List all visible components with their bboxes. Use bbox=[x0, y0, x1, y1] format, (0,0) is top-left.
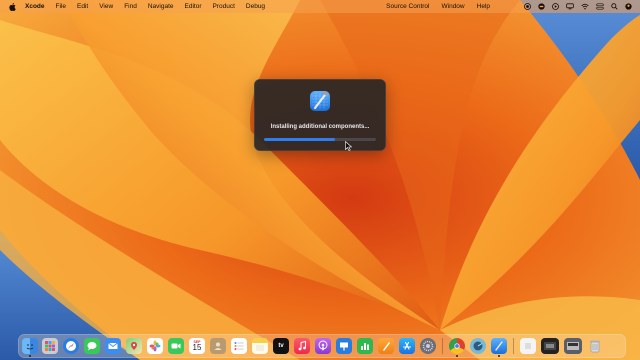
menu-debug[interactable]: Debug bbox=[246, 3, 265, 10]
dock-network-radar-icon[interactable] bbox=[470, 338, 486, 354]
xcode-app-icon bbox=[310, 90, 330, 111]
dock-safari-icon[interactable] bbox=[63, 338, 79, 354]
dock-separator-2 bbox=[513, 338, 514, 354]
dock-launchpad-icon[interactable] bbox=[42, 338, 58, 354]
dock-reminders-icon[interactable] bbox=[231, 338, 247, 354]
dock-chrome-running-indicator bbox=[456, 355, 458, 357]
dock-downloads-icon[interactable] bbox=[564, 338, 582, 354]
dock-pages-icon[interactable] bbox=[378, 338, 394, 354]
menu-view[interactable]: View bbox=[99, 3, 113, 10]
dock-screenshot-icon[interactable] bbox=[541, 338, 559, 354]
spotlight-search-icon[interactable] bbox=[611, 3, 618, 10]
user-account-icon[interactable] bbox=[625, 3, 632, 10]
dock-system-settings-icon[interactable] bbox=[420, 338, 436, 354]
wifi-icon[interactable] bbox=[581, 3, 589, 10]
apple-menu-icon[interactable] bbox=[9, 2, 16, 11]
dock-messages-icon[interactable] bbox=[84, 338, 100, 354]
dock-contacts-icon[interactable] bbox=[210, 338, 226, 354]
screen-record-icon[interactable] bbox=[524, 3, 531, 10]
dock-chrome-icon[interactable] bbox=[449, 338, 465, 354]
dock-tv-icon[interactable]: tv bbox=[273, 338, 289, 354]
dock-numbers-icon[interactable] bbox=[357, 338, 373, 354]
menu-window[interactable]: Window bbox=[442, 3, 465, 10]
dock-mail-icon[interactable] bbox=[105, 338, 121, 354]
display-icon[interactable] bbox=[566, 3, 574, 10]
menu-bar: Xcode File Edit View Find Navigate Edito… bbox=[0, 0, 640, 13]
dock-app-store-icon[interactable] bbox=[399, 338, 415, 354]
status-menu-area bbox=[524, 3, 632, 10]
dock-notes-icon[interactable] bbox=[252, 338, 268, 354]
dock-xcode-icon[interactable] bbox=[491, 338, 507, 354]
tv-label: tv bbox=[278, 343, 284, 349]
dock-keynote-icon[interactable] bbox=[336, 338, 352, 354]
dock-finder-running-indicator bbox=[29, 355, 31, 357]
dock-podcasts-icon[interactable] bbox=[315, 338, 331, 354]
dock-maps-icon[interactable] bbox=[126, 338, 142, 354]
menu-file[interactable]: File bbox=[56, 3, 66, 10]
dock-separator bbox=[442, 338, 443, 354]
menu-edit[interactable]: Edit bbox=[77, 3, 88, 10]
desktop-wallpaper bbox=[0, 0, 640, 360]
menu-editor[interactable]: Editor bbox=[185, 3, 202, 10]
calendar-day-label: 15 bbox=[192, 343, 202, 352]
menu-help[interactable]: Help bbox=[477, 3, 490, 10]
menu-navigate[interactable]: Navigate bbox=[148, 3, 174, 10]
mouse-pointer-icon bbox=[345, 141, 352, 151]
dock-finder-icon[interactable] bbox=[22, 338, 38, 354]
network-icon[interactable] bbox=[538, 3, 545, 10]
dock-calendar-icon[interactable]: SEP 15 bbox=[189, 338, 205, 354]
menu-app-name[interactable]: Xcode bbox=[25, 3, 45, 10]
install-progress-bar bbox=[264, 138, 376, 141]
dock-trash-icon[interactable] bbox=[587, 338, 603, 354]
dock-music-icon[interactable] bbox=[294, 338, 310, 354]
menu-find[interactable]: Find bbox=[124, 3, 137, 10]
control-center-icon[interactable] bbox=[596, 3, 604, 10]
dock-photos-icon[interactable] bbox=[147, 338, 163, 354]
dock-document-icon[interactable] bbox=[520, 338, 536, 354]
dock-xcode-running-indicator bbox=[498, 355, 500, 357]
install-progress-dialog: Installing additional components... bbox=[254, 79, 386, 151]
menu-product[interactable]: Product bbox=[212, 3, 234, 10]
dock: SEP 15 tv bbox=[18, 334, 626, 358]
install-progress-fill bbox=[264, 138, 335, 141]
install-status-text: Installing additional components... bbox=[270, 124, 370, 130]
play-icon[interactable] bbox=[552, 3, 559, 10]
menu-source-control[interactable]: Source Control bbox=[386, 3, 429, 10]
dock-facetime-icon[interactable] bbox=[168, 338, 184, 354]
